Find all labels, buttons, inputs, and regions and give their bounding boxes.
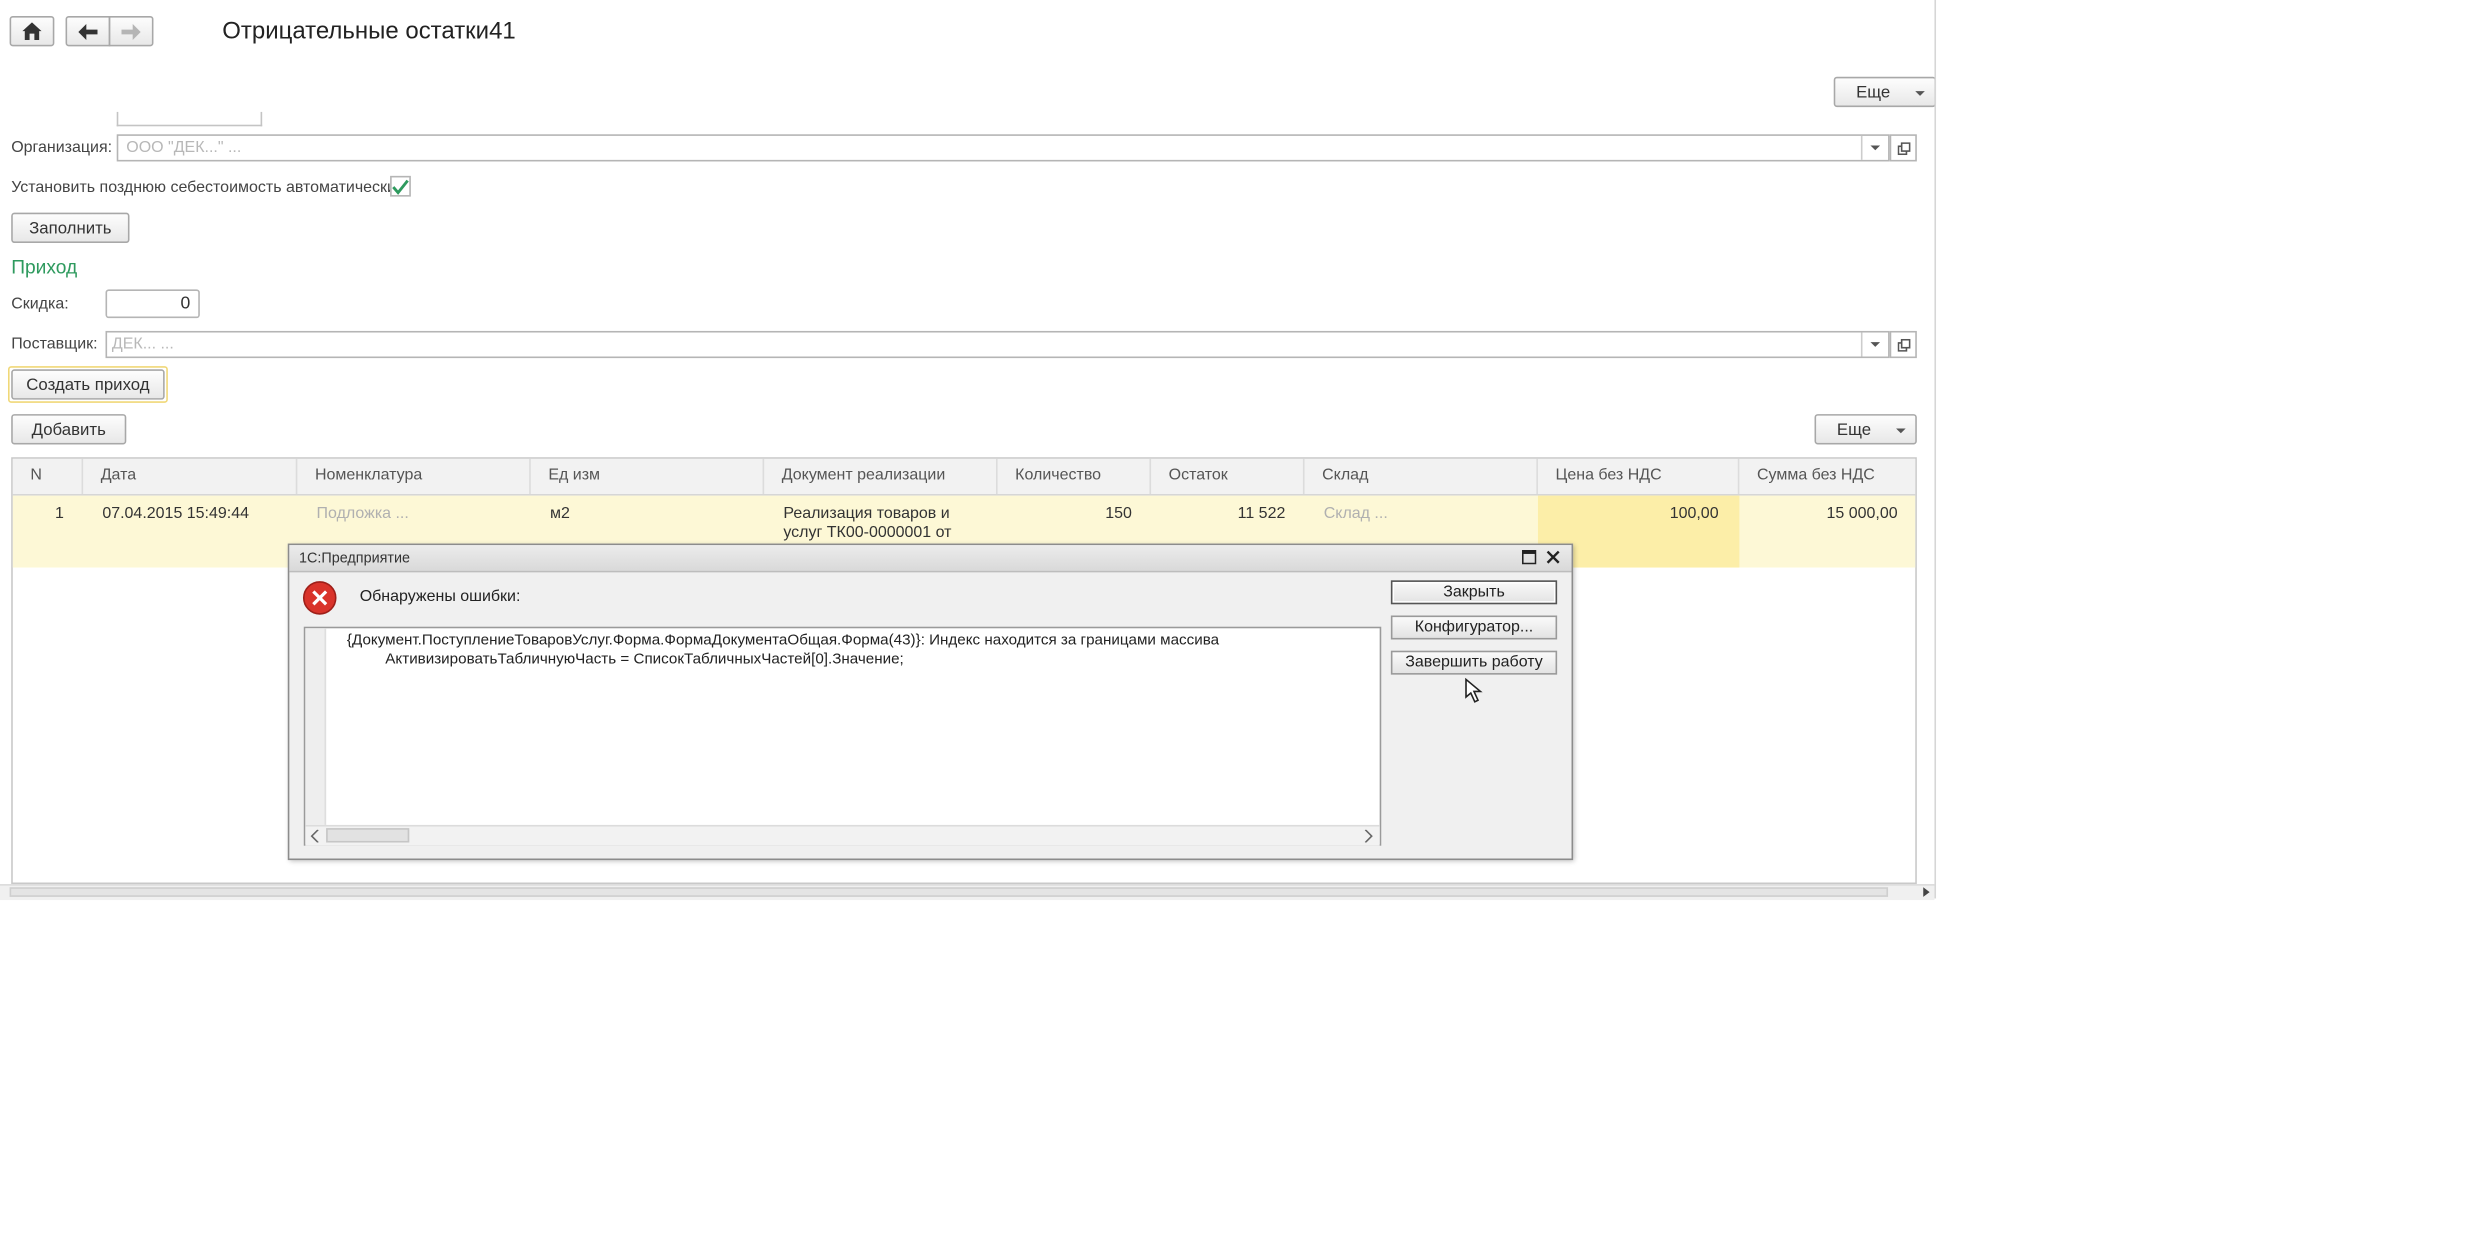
supplier-label: Поставщик: [11, 335, 98, 354]
supplier-value: ДЕК... ... [111, 335, 174, 354]
checkmark-icon [392, 178, 409, 195]
column-header[interactable]: Количество [998, 458, 1152, 494]
more-label: Еще [1856, 82, 1891, 102]
configurator-button[interactable]: Конфигуратор... [1390, 615, 1558, 640]
scroll-right-icon[interactable] [1923, 887, 1930, 897]
open-window-icon [1896, 141, 1910, 155]
window-edge [1934, 0, 1937, 899]
scroll-left-icon[interactable] [310, 829, 320, 843]
error-icon [302, 580, 337, 615]
row-warehouse: Склад ... [1323, 505, 1388, 523]
supplier-field[interactable]: ДЕК... ... [105, 330, 1890, 359]
home-icon [22, 22, 42, 40]
dialog-message: Обнаружены ошибки: [359, 588, 521, 606]
details-gutter [305, 628, 327, 825]
scrollbar-thumb[interactable] [9, 887, 1889, 897]
row-unit: м2 [549, 505, 570, 523]
table-header: N Дата Номенклатура Ед изм Документ реал… [12, 458, 1916, 496]
column-header[interactable]: Дата [83, 458, 298, 494]
late-cost-label: Установить позднюю себестоимость автомат… [11, 179, 401, 197]
horizontal-scrollbar[interactable] [0, 884, 1935, 901]
chevron-down-icon [1870, 342, 1881, 347]
late-cost-checkbox[interactable] [390, 175, 411, 197]
fill-button[interactable]: Заполнить [11, 212, 130, 244]
chevron-down-icon [1870, 145, 1881, 151]
supplier-dropdown[interactable] [1860, 332, 1888, 357]
discount-label: Скидка: [11, 295, 69, 314]
page-title: Отрицательные остатки41 [222, 17, 516, 45]
add-button[interactable]: Добавить [11, 414, 127, 445]
open-window-icon [1896, 338, 1910, 351]
home-button[interactable] [9, 15, 55, 47]
column-header[interactable]: Ед изм [531, 458, 765, 494]
error-line-1: {Документ.ПоступлениеТоваровУслуг.Форма.… [346, 631, 1220, 650]
column-header[interactable]: Склад [1305, 458, 1538, 494]
details-scroll-thumb[interactable] [326, 828, 410, 843]
app-window: Отрицательные остатки41 Еще Организация:… [0, 0, 2486, 1257]
column-header[interactable]: Остаток [1151, 458, 1305, 494]
error-dialog: 1С:Предприятие Обнаружены ошибки: {Докум… [287, 543, 1574, 861]
discount-input[interactable]: 0 [105, 289, 200, 319]
maximize-icon[interactable] [1521, 549, 1537, 565]
arrow-right-icon [121, 23, 141, 40]
row-price: 100,00 [1669, 505, 1719, 523]
column-header[interactable]: Сумма без НДС [1739, 459, 1915, 494]
column-header[interactable]: Цена без НДС [1538, 458, 1740, 494]
organization-field[interactable]: ООО "ДЕК..." ... [116, 134, 1890, 162]
error-line-2: АктивизироватьТабличнуюЧасть = СписокТаб… [385, 650, 904, 669]
row-document: Реализация товаров и услуг ТК00-0000001 … [783, 505, 952, 542]
row-number: 1 [55, 505, 64, 523]
row-item: Подложка ... [316, 505, 409, 523]
column-header[interactable]: Номенклатура [297, 458, 531, 494]
back-button[interactable] [65, 15, 111, 47]
table-more-button[interactable]: Еще [1814, 414, 1917, 445]
discount-value: 0 [180, 294, 191, 314]
dialog-title: 1С:Предприятие [298, 549, 411, 566]
exit-button[interactable]: Завершить работу [1390, 650, 1558, 675]
organization-label: Организация: [11, 139, 113, 157]
column-header[interactable]: Документ реализации [764, 458, 998, 494]
scroll-right-icon[interactable] [1364, 829, 1374, 843]
forward-button[interactable] [108, 15, 154, 47]
error-details[interactable]: {Документ.ПоступлениеТоваровУслуг.Форма.… [303, 626, 1382, 846]
table-more-label: Еще [1836, 419, 1872, 439]
details-scrollbar[interactable] [305, 824, 1380, 846]
row-date: 07.04.2015 15:49:44 [102, 505, 250, 523]
row-stock: 11 522 [1237, 505, 1286, 523]
organization-dropdown[interactable] [1860, 135, 1888, 160]
section-title: Приход [11, 255, 78, 279]
clipped-field [116, 111, 263, 127]
arrow-left-icon [78, 23, 98, 40]
column-header[interactable]: N [13, 458, 84, 494]
dialog-titlebar[interactable]: 1С:Предприятие [289, 545, 1572, 573]
mouse-cursor-icon [1465, 677, 1483, 703]
supplier-open-button[interactable] [1889, 330, 1917, 359]
organization-open-button[interactable] [1889, 134, 1917, 162]
chevron-down-icon [1896, 428, 1906, 434]
row-sum: 15 000,00 [1826, 505, 1898, 523]
more-button[interactable]: Еще [1833, 76, 1937, 108]
organization-value: ООО "ДЕК..." ... [126, 139, 242, 157]
close-icon[interactable] [1546, 550, 1560, 564]
chevron-down-icon [1915, 91, 1925, 96]
close-button[interactable]: Закрыть [1390, 580, 1558, 605]
create-receipt-button[interactable]: Создать приход [11, 369, 165, 400]
row-quantity: 150 [1105, 505, 1132, 523]
